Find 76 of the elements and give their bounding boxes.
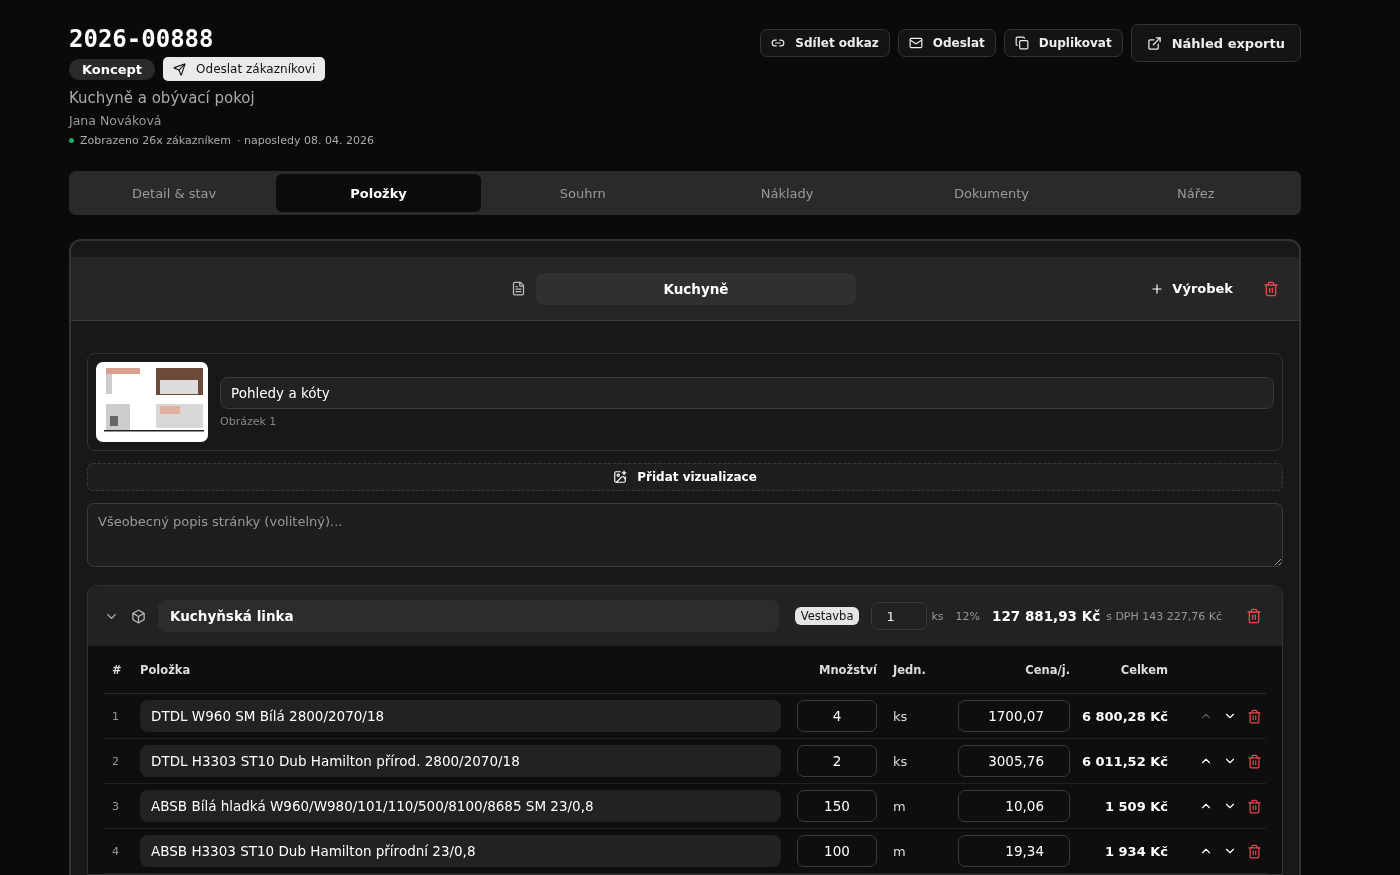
product-total: 127 881,93 Kč [992, 608, 1101, 624]
copy-icon [1014, 36, 1029, 50]
column-header: Celkem [1070, 646, 1190, 694]
send-icon [173, 62, 187, 76]
unit-label: ks [931, 609, 944, 623]
description-field[interactable]: Všeobecný popis stránky (volitelný)... [87, 503, 1283, 567]
product-tag: Vestavba [794, 607, 860, 625]
quantity-field[interactable]: 4 [797, 700, 877, 732]
unit-text: m [893, 798, 906, 814]
action-button[interactable]: Duplikovat [1003, 29, 1123, 57]
quantity-field[interactable]: 100 [797, 835, 877, 867]
box-icon [131, 608, 146, 624]
item-name-field[interactable]: DTDL H3303 ST10 Dub Hamilton přírod. 2800/2070/18 [140, 745, 781, 777]
tab[interactable]: Položky [276, 174, 481, 212]
status-label: Koncept [69, 58, 156, 80]
row-number: 3 [112, 799, 119, 813]
delete-section-button[interactable] [1263, 280, 1279, 297]
row-total: 6 011,52 Kč [1081, 753, 1168, 769]
add-visualization-button[interactable]: Přidat vizualizace [87, 463, 1283, 491]
row-total: 1 509 Kč [1105, 798, 1168, 814]
unit-text: ks [893, 753, 908, 769]
column-header: Množství [797, 646, 893, 694]
delete-row-button[interactable] [1247, 843, 1262, 859]
send-to-customer-button[interactable]: Odeslat zákazníkovi [163, 57, 326, 81]
unit-price-field[interactable]: 3005,76 [958, 745, 1070, 777]
delete-row-button[interactable] [1247, 753, 1262, 769]
delete-row-button[interactable] [1247, 798, 1262, 814]
image-caption: Obrázek 1 [220, 414, 278, 428]
customer-name: Jana Nováková [69, 113, 163, 128]
item-name-field[interactable]: DTDL W960 SM Bílá 2800/2070/18 [140, 700, 781, 732]
document-icon [511, 281, 526, 296]
add-product-button[interactable]: Výrobek [1144, 280, 1239, 297]
status-dot [69, 138, 74, 143]
row-number: 4 [112, 844, 119, 858]
unit-text: m [893, 843, 906, 859]
row-total: 6 800,28 Kč [1081, 708, 1168, 724]
plus-icon [1150, 281, 1165, 296]
tab[interactable]: Dokumenty [889, 174, 1094, 212]
quantity-field[interactable]: 150 [797, 790, 877, 822]
last-seen-text: · naposledy 08. 04. 2026 [236, 134, 374, 147]
action-button[interactable]: Odeslat [897, 29, 996, 57]
product-name-field[interactable]: Kuchyňská linka [158, 600, 779, 632]
tab[interactable]: Nářez [1093, 174, 1298, 212]
item-name-field[interactable]: ABSB H3303 ST10 Dub Hamilton přírodní 23/0,8 [140, 835, 781, 867]
tab[interactable]: Náklady [685, 174, 890, 212]
row-number: 2 [112, 754, 119, 768]
action-button[interactable]: Sdílet odkaz [760, 29, 890, 57]
column-header: Cena/j. [957, 646, 1070, 694]
delete-row-button[interactable] [1247, 708, 1262, 724]
project-title: Kuchyně a obývací pokoj [69, 89, 256, 107]
tab[interactable]: Detail & stav [72, 174, 277, 212]
column-header: # [104, 646, 140, 694]
total-with-vat: s DPH 143 227,76 Kč [1106, 609, 1222, 623]
export-preview-button[interactable]: Náhled exportu [1130, 24, 1301, 62]
external-link-icon [1146, 35, 1162, 51]
unit-price-field[interactable]: 10,06 [958, 790, 1070, 822]
column-header: Položka [140, 646, 797, 694]
section-name-field[interactable]: Kuchyně [536, 272, 856, 305]
image-title-field[interactable]: Pohledy a kóty [220, 376, 1274, 409]
quantity-field[interactable]: 2 [797, 745, 877, 777]
row-number: 1 [112, 709, 119, 723]
link-icon [771, 36, 786, 50]
item-name-field[interactable]: ABSB Bílá hladká W960/W980/101/110/500/8100/8685 SM 23/0,8 [140, 790, 781, 822]
row-total: 1 934 Kč [1105, 843, 1168, 859]
unit-text: ks [893, 708, 908, 724]
image-plus-icon [613, 470, 628, 484]
quote-number: 2026-00888 [69, 24, 215, 54]
column-header: Jedn. [893, 646, 957, 694]
tab[interactable]: Souhrn [480, 174, 685, 212]
product-quantity-field[interactable]: 1 [871, 602, 928, 630]
unit-price-field[interactable]: 19,34 [958, 835, 1070, 867]
view-count: Zobrazeno 26x zákazníkem [80, 134, 231, 147]
mail-icon [908, 36, 923, 50]
vat-rate: 12% [955, 609, 980, 623]
delete-product-button[interactable] [1246, 608, 1262, 624]
unit-price-field[interactable]: 1700,07 [958, 700, 1070, 732]
